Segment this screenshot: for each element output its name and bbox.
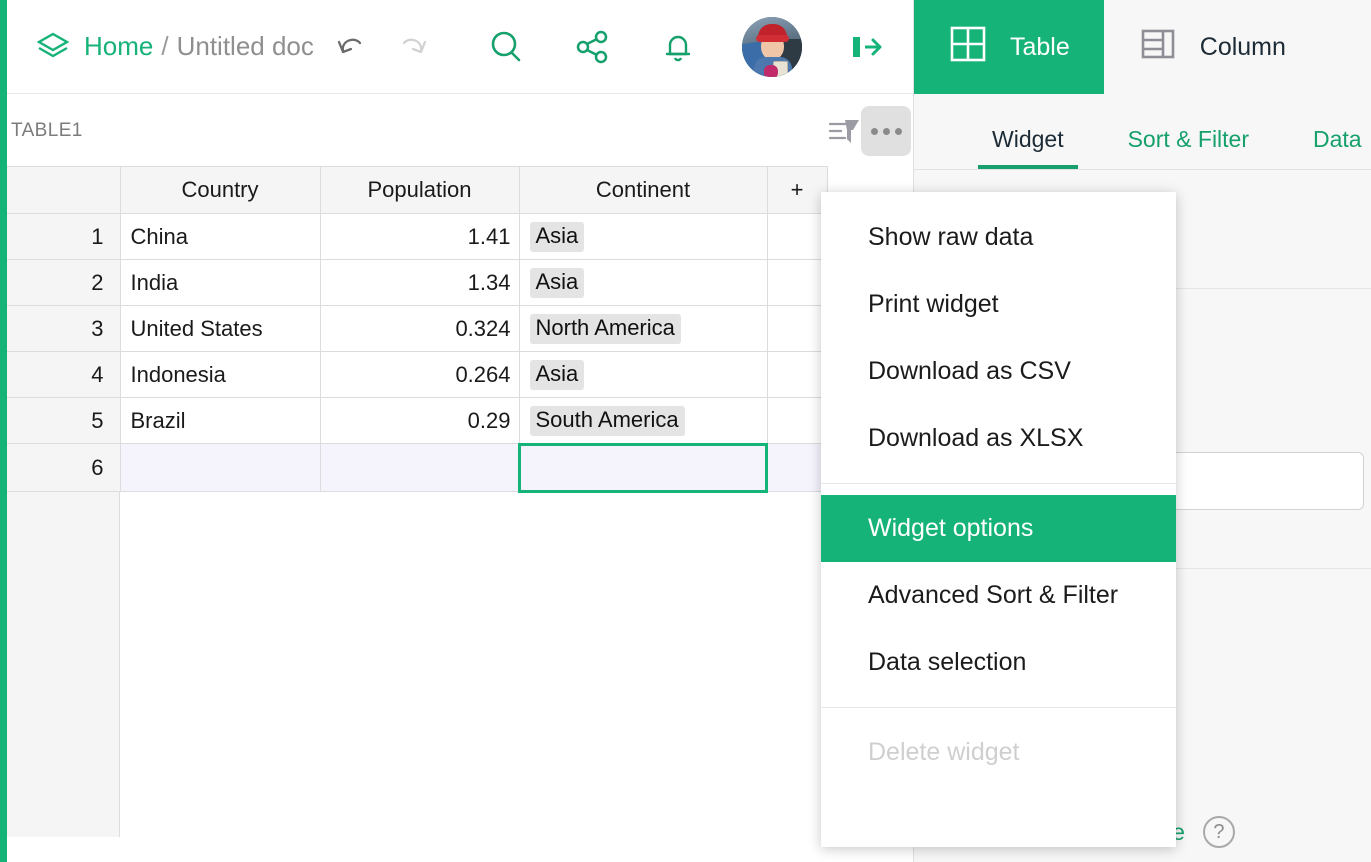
row-number[interactable]: 4 (7, 352, 120, 398)
breadcrumb-document-name[interactable]: Untitled doc (177, 31, 314, 62)
breadcrumb-separator: / (161, 31, 168, 62)
cell-population[interactable] (320, 444, 519, 492)
table-widget-header: TABLE1 (7, 95, 913, 166)
logout-icon[interactable] (848, 30, 884, 64)
cell-spacer (767, 306, 827, 352)
data-table: Country Population Continent + 1 China 1… (7, 166, 828, 492)
cell-country[interactable]: United States (120, 306, 320, 352)
table-header-row: Country Population Continent + (7, 167, 827, 214)
more-options-button[interactable] (861, 106, 911, 156)
cell-population[interactable]: 1.41 (320, 214, 519, 260)
corner-cell[interactable] (7, 167, 120, 214)
menu-item-download-csv[interactable]: Download as CSV (821, 338, 1176, 405)
row-number[interactable]: 5 (7, 398, 120, 444)
subtab-data[interactable]: Data (1313, 126, 1362, 169)
menu-item-download-xlsx[interactable]: Download as XLSX (821, 405, 1176, 472)
choice-tag: Asia (530, 268, 585, 298)
column-header-continent[interactable]: Continent (519, 167, 767, 214)
cell-population[interactable]: 0.29 (320, 398, 519, 444)
table-row: 3 United States 0.324 North America (7, 306, 827, 352)
grid-blank (120, 492, 913, 837)
grid-empty-area (7, 492, 913, 837)
subtab-sort-filter[interactable]: Sort & Filter (1128, 126, 1249, 169)
cell-spacer (767, 398, 827, 444)
table-row: 5 Brazil 0.29 South America (7, 398, 827, 444)
cell-spacer (767, 352, 827, 398)
widget-context-menu: Show raw data Print widget Download as C… (821, 192, 1176, 847)
bell-icon[interactable] (660, 28, 696, 66)
menu-separator (821, 707, 1176, 708)
cell-population[interactable]: 0.264 (320, 352, 519, 398)
menu-item-print-widget[interactable]: Print widget (821, 271, 1176, 338)
cell-population[interactable]: 0.324 (320, 306, 519, 352)
choice-tag: North America (530, 314, 681, 344)
add-column-button[interactable]: + (767, 167, 827, 214)
menu-item-advanced-sort-filter[interactable]: Advanced Sort & Filter (821, 562, 1176, 629)
cell-spacer (767, 444, 827, 492)
cell-continent[interactable]: Asia (519, 214, 767, 260)
left-green-rail (0, 0, 7, 862)
choice-tag: South America (530, 406, 685, 436)
question-mark-icon[interactable]: ? (1203, 816, 1235, 848)
table-row: 2 India 1.34 Asia (7, 260, 827, 306)
tab-table[interactable]: Table (914, 0, 1104, 94)
cell-spacer (767, 214, 827, 260)
search-icon[interactable] (486, 27, 526, 67)
cell-continent-selected[interactable] (519, 444, 767, 492)
menu-item-delete-widget: Delete widget (821, 719, 1176, 786)
table-row: 4 Indonesia 0.264 Asia (7, 352, 827, 398)
cell-country[interactable] (120, 444, 320, 492)
cell-population[interactable]: 1.34 (320, 260, 519, 306)
cell-country[interactable]: Brazil (120, 398, 320, 444)
table-widget: TABLE1 (7, 95, 913, 862)
row-number[interactable]: 6 (7, 444, 120, 492)
table-row: 1 China 1.41 Asia (7, 214, 827, 260)
top-toolbar: Home / Untitled doc (7, 0, 913, 94)
table-body: 1 China 1.41 Asia 2 India 1.34 Asia (7, 214, 827, 492)
column-split-icon (1138, 24, 1178, 71)
redo-icon[interactable] (394, 29, 430, 65)
creator-panel-tabs: Table Column (914, 0, 1371, 94)
row-number[interactable]: 3 (7, 306, 120, 352)
layers-icon[interactable] (36, 30, 70, 64)
cell-spacer (767, 260, 827, 306)
choice-tag: Asia (530, 222, 585, 252)
menu-item-data-selection[interactable]: Data selection (821, 629, 1176, 696)
table-grid-icon (948, 24, 988, 71)
sort-filter-icon[interactable] (825, 113, 863, 151)
column-header-population[interactable]: Population (320, 167, 519, 214)
tab-table-label: Table (1010, 33, 1070, 62)
menu-separator (821, 483, 1176, 484)
breadcrumb-home[interactable]: Home (84, 31, 153, 62)
row-number[interactable]: 1 (7, 214, 120, 260)
menu-item-show-raw-data[interactable]: Show raw data (821, 204, 1176, 271)
cell-country[interactable]: India (120, 260, 320, 306)
cell-continent[interactable]: Asia (519, 352, 767, 398)
cell-continent[interactable]: South America (519, 398, 767, 444)
cell-country[interactable]: China (120, 214, 320, 260)
cell-continent[interactable]: North America (519, 306, 767, 352)
tab-column-label: Column (1200, 33, 1286, 62)
cell-continent[interactable]: Asia (519, 260, 767, 306)
creator-panel-subtabs: Widget Sort & Filter Data (914, 94, 1371, 170)
data-grid: Country Population Continent + 1 China 1… (7, 166, 913, 837)
choice-tag: Asia (530, 360, 585, 390)
ellipsis-icon (871, 128, 878, 135)
table-new-row: 6 (7, 444, 827, 492)
row-number-gutter (7, 492, 120, 837)
table-title: TABLE1 (11, 120, 83, 142)
subtab-widget[interactable]: Widget (992, 126, 1064, 169)
row-number[interactable]: 2 (7, 260, 120, 306)
share-icon[interactable] (574, 28, 612, 66)
undo-icon[interactable] (334, 29, 370, 65)
column-header-country[interactable]: Country (120, 167, 320, 214)
menu-item-widget-options[interactable]: Widget options (821, 495, 1176, 562)
tab-column[interactable]: Column (1104, 0, 1320, 94)
cell-country[interactable]: Indonesia (120, 352, 320, 398)
avatar[interactable] (742, 17, 802, 77)
